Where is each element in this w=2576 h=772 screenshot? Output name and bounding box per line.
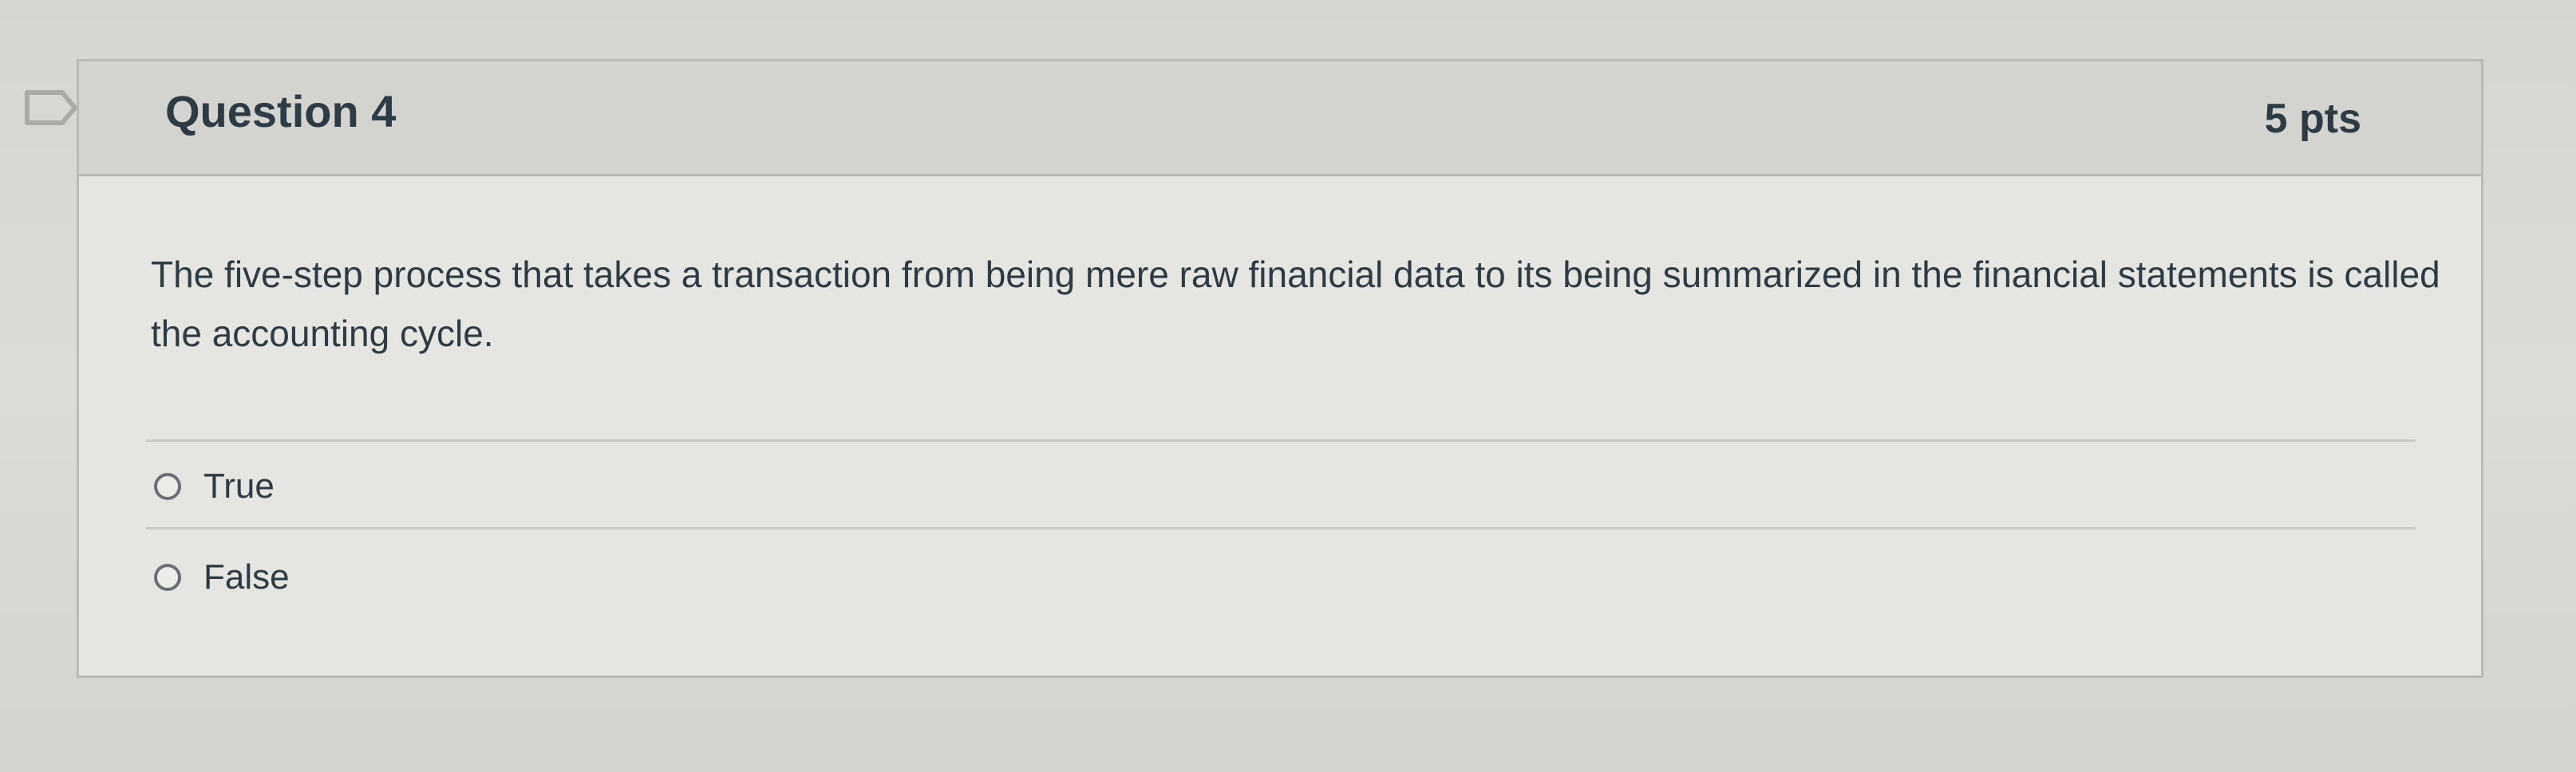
flag-icon [25, 90, 77, 125]
question-header: Question 4 5 pts [79, 61, 2481, 176]
question-card: Question 4 5 pts The five-step process t… [77, 59, 2483, 678]
question-text: The five-step process that takes a trans… [151, 254, 2440, 354]
answer-option-true[interactable]: True [154, 459, 275, 514]
answers-divider [146, 527, 2416, 530]
radio-button-true[interactable] [154, 473, 181, 500]
quiz-page: Question 4 5 pts The five-step process t… [0, 0, 2576, 772]
answer-label-true: True [203, 467, 275, 506]
question-title: Question 4 [165, 86, 397, 136]
question-points: 5 pts [2264, 96, 2361, 142]
answer-option-false[interactable]: False [154, 549, 290, 605]
answers-divider-top [146, 439, 2416, 442]
answer-label-false: False [203, 557, 290, 597]
flag-question-button[interactable] [24, 89, 80, 126]
radio-button-false[interactable] [154, 564, 181, 591]
